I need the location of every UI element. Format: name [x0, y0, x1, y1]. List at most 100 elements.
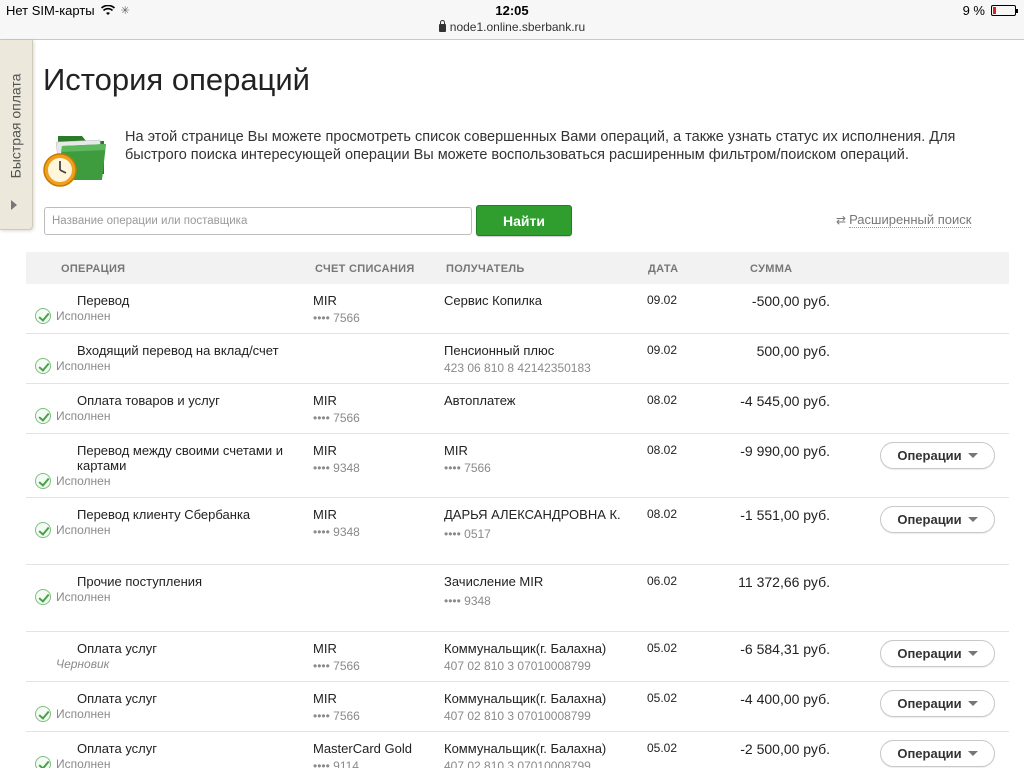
account-cell: MasterCard Gold •••• 9114 [313, 741, 412, 768]
advanced-search-link[interactable]: ⇄ Расширенный поиск [836, 212, 972, 228]
check-circle-icon [35, 756, 51, 768]
check-circle-icon [35, 473, 51, 489]
operation-name: Перевод клиенту Сбербанка [77, 507, 251, 522]
chevron-down-icon [967, 517, 978, 522]
address-bar[interactable]: node1.online.sberbank.ru [0, 20, 1024, 34]
status-bar: Нет SIM-карты ✳ 12:05 node1.online.sberb… [0, 0, 1024, 40]
operation-name: Перевод между своими счетами и картами [77, 443, 283, 473]
date-cell: 06.02 [647, 574, 678, 588]
operation-name: Оплата товаров и услуг [77, 393, 220, 408]
arrow-right-icon [11, 200, 17, 210]
status-label: Черновик [56, 657, 110, 671]
date-cell: 08.02 [647, 507, 678, 521]
check-circle-icon [35, 706, 51, 722]
check-circle-icon [35, 308, 51, 324]
operations-table: ОПЕРАЦИЯ СЧЕТ СПИСАНИЯ ПОЛУЧАТЕЛЬ ДАТА С… [26, 252, 1009, 768]
recipient-cell: Зачисление MIR •••• 9348 [444, 574, 544, 608]
operations-menu-button[interactable]: Операции [880, 506, 995, 533]
amount-cell: -1 551,00 руб. [740, 507, 830, 523]
check-circle-icon [35, 408, 51, 424]
table-row[interactable]: Перевод Исполнен MIR •••• 7566 Сервис Коп… [26, 284, 1009, 334]
amount-cell: -4 400,00 руб. [740, 691, 830, 707]
check-circle-icon [35, 589, 51, 605]
chevron-down-icon [967, 651, 978, 656]
table-row[interactable]: Входящий перевод на вклад/счет Исполнен … [26, 334, 1009, 384]
account-cell: MIR •••• 9348 [313, 443, 360, 475]
battery-area: 9 % [962, 3, 1018, 18]
filter-icon: ⇄ [836, 213, 847, 227]
table-row[interactable]: Оплата услуг Исполнен MIR •••• 7566 Комму… [26, 682, 1009, 732]
operations-menu-button[interactable]: Операции [880, 442, 995, 469]
recipient-cell: Коммунальщик(г. Балахна) 407 02 810 3 070… [444, 691, 607, 723]
operations-menu-button[interactable]: Операции [880, 640, 995, 667]
table-row[interactable]: Перевод между своими счетами и картами И… [26, 434, 1009, 498]
amount-cell: 500,00 руб. [756, 343, 830, 359]
chevron-down-icon [967, 701, 978, 706]
folder-clock-icon [43, 136, 106, 187]
chevron-down-icon [967, 751, 978, 756]
amount-cell: -6 584,31 руб. [740, 641, 830, 657]
account-cell: MIR •••• 7566 [313, 641, 360, 673]
status-label: Исполнен [35, 358, 110, 374]
recipient-cell: Коммунальщик(г. Балахна) 407 02 810 3 070… [444, 641, 607, 673]
recipient-cell: Сервис Копилка [444, 293, 543, 308]
operation-name: Прочие поступления [77, 574, 203, 589]
search-input[interactable] [44, 207, 472, 235]
operations-menu-button[interactable]: Операции [880, 690, 995, 717]
date-cell: 05.02 [647, 741, 678, 755]
status-label: Исполнен [35, 756, 110, 768]
date-cell: 08.02 [647, 393, 678, 407]
chevron-down-icon [967, 453, 978, 458]
recipient-cell: Пенсионный плюс 423 06 810 8 42142350183 [444, 343, 591, 375]
quick-pay-tab[interactable]: Быстрая оплата [0, 40, 33, 230]
status-label: Исполнен [35, 589, 110, 605]
battery-percent: 9 % [962, 3, 985, 18]
table-row[interactable]: Оплата товаров и услуг Исполнен MIR •••• … [26, 384, 1009, 434]
status-label: Исполнен [35, 473, 110, 489]
recipient-cell: Автоплатеж [444, 393, 516, 408]
date-cell: 05.02 [647, 691, 678, 705]
table-row[interactable]: Прочие поступления Исполнен Зачисление M… [26, 565, 1009, 632]
status-label: Исполнен [35, 308, 110, 324]
account-cell: MIR •••• 7566 [313, 691, 360, 723]
table-header: ОПЕРАЦИЯ СЧЕТ СПИСАНИЯ ПОЛУЧАТЕЛЬ ДАТА С… [26, 252, 1009, 284]
account-cell: MIR •••• 9348 [313, 507, 360, 539]
date-cell: 09.02 [647, 293, 678, 307]
quick-pay-label-wrap: Быстрая оплата [4, 58, 26, 193]
check-circle-icon [35, 358, 51, 374]
operations-menu-button[interactable]: Операции [880, 740, 995, 767]
status-label: Исполнен [35, 522, 110, 538]
header-account: СЧЕТ СПИСАНИЯ [315, 263, 415, 275]
amount-cell: -2 500,00 руб. [740, 741, 830, 757]
check-circle-icon [35, 522, 51, 538]
operation-name: Оплата услуг [77, 741, 158, 756]
find-button[interactable]: Найти [476, 205, 572, 236]
operation-name: Перевод [77, 293, 130, 308]
amount-cell: -500,00 руб. [751, 293, 830, 309]
date-cell: 05.02 [647, 641, 678, 655]
date-cell: 08.02 [647, 443, 678, 457]
status-label: Исполнен [35, 706, 110, 722]
recipient-cell: MIR •••• 7566 [444, 443, 491, 475]
amount-cell: 11 372,66 руб. [738, 574, 830, 590]
clock: 12:05 [495, 3, 529, 18]
quick-pay-label: Быстрая оплата [7, 73, 24, 178]
recipient-cell: Коммунальщик(г. Балахна) 407 02 810 3 070… [444, 741, 607, 768]
amount-cell: -9 990,00 руб. [740, 443, 830, 459]
date-cell: 09.02 [647, 343, 678, 357]
operation-name: Оплата услуг [77, 641, 158, 656]
page-title: История операций [43, 62, 310, 97]
advanced-search-label: Расширенный поиск [849, 212, 972, 228]
header-amount: СУММА [750, 263, 793, 275]
table-row[interactable]: Оплата услуг Исполнен MasterCard Gold •••… [26, 732, 1009, 768]
account-cell: MIR •••• 7566 [313, 393, 360, 425]
table-row[interactable]: Перевод клиенту Сбербанка Исполнен MIR ••… [26, 498, 1009, 565]
header-operation: ОПЕРАЦИЯ [61, 263, 126, 275]
header-date: ДАТА [648, 263, 679, 275]
url-text: node1.online.sberbank.ru [449, 20, 586, 34]
intro-text: На этой странице Вы можете просмотреть с… [125, 129, 956, 163]
operation-name: Входящий перевод на вклад/счет [77, 343, 279, 358]
status-label: Исполнен [35, 408, 110, 424]
lock-icon [438, 20, 446, 32]
table-row[interactable]: Оплата услуг Черновик MIR •••• 7566 Комму… [26, 632, 1009, 682]
